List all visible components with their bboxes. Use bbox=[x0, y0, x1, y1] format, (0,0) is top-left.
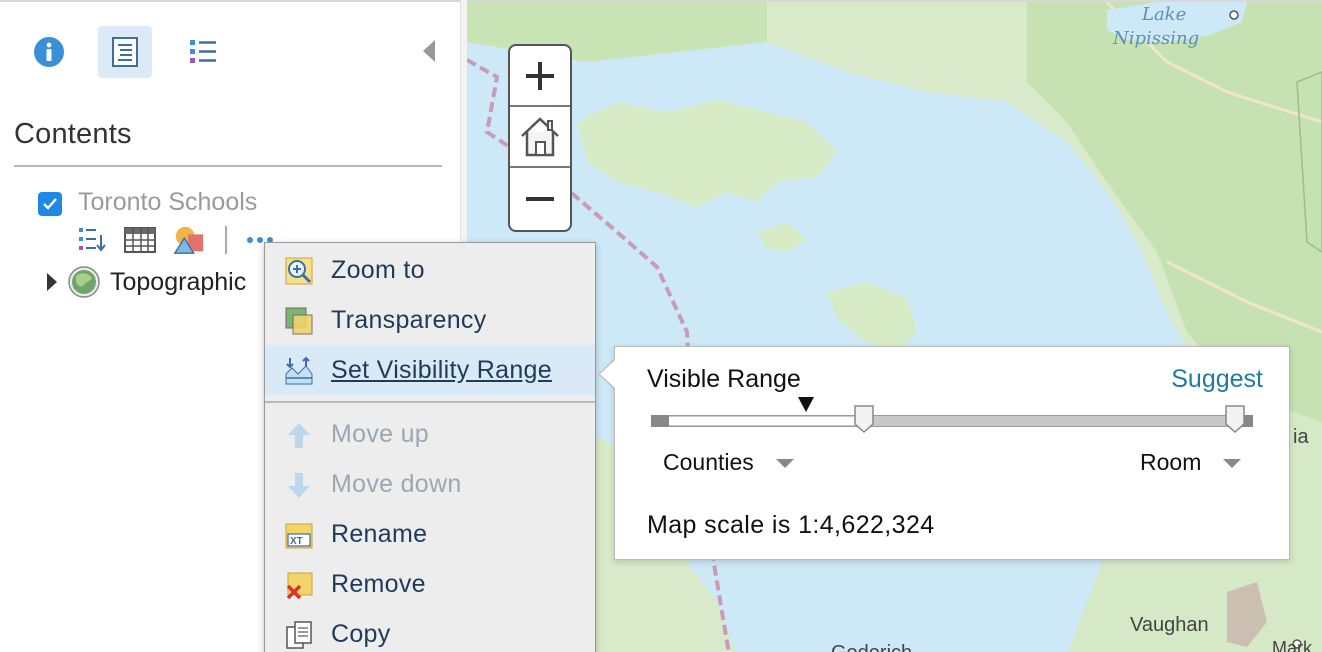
attribute-table-icon bbox=[124, 227, 156, 253]
basemap-name: Topographic bbox=[110, 267, 247, 296]
menu-item-label: Rename bbox=[331, 519, 428, 548]
menu-item-label: Copy bbox=[331, 619, 391, 648]
home-button[interactable] bbox=[510, 107, 570, 168]
svg-text:XT: XT bbox=[290, 536, 303, 547]
menu-item-label: Move up bbox=[331, 419, 429, 448]
min-scale-value: Counties bbox=[663, 449, 754, 475]
change-style-icon bbox=[173, 226, 204, 254]
max-scale-value: Room bbox=[1140, 449, 1202, 475]
map-label-vaughan: Vaughan bbox=[1130, 614, 1209, 636]
collapse-left-icon bbox=[423, 40, 435, 62]
map-label-lake: Lake bbox=[1142, 4, 1187, 25]
layer-name[interactable]: Toronto Schools bbox=[78, 188, 257, 217]
zoom-in-button[interactable] bbox=[510, 46, 570, 107]
collapse-panel-button[interactable] bbox=[420, 38, 438, 64]
map-label-markham: Mark bbox=[1272, 638, 1312, 652]
chevron-down-icon bbox=[1223, 459, 1242, 468]
attribute-table-button[interactable] bbox=[124, 224, 156, 256]
change-style-button[interactable] bbox=[173, 224, 205, 256]
menu-item-move-up[interactable]: Move up bbox=[265, 409, 595, 459]
map-label-nipissing: Nipissing bbox=[1113, 28, 1200, 49]
menu-item-remove[interactable]: Remove bbox=[265, 559, 595, 609]
menu-item-label: Transparency bbox=[331, 305, 487, 334]
checkmark-icon bbox=[43, 198, 57, 210]
basemap-layer-row[interactable]: Topographic bbox=[46, 264, 246, 300]
popup-pointer-fill bbox=[600, 359, 616, 389]
transparency-icon bbox=[283, 305, 315, 337]
globe-icon bbox=[68, 266, 100, 298]
menu-item-zoom-to[interactable]: Zoom to bbox=[265, 245, 595, 295]
zoom-out-button[interactable] bbox=[510, 168, 570, 229]
remove-icon bbox=[283, 569, 315, 601]
layer-visibility-checkbox[interactable] bbox=[38, 192, 62, 216]
menu-item-rename[interactable]: XT Rename bbox=[265, 509, 595, 559]
menu-item-set-visibility-range[interactable]: Set Visibility Range bbox=[265, 345, 595, 395]
home-icon bbox=[521, 116, 559, 156]
legend-list-icon bbox=[190, 40, 216, 63]
visibility-range-icon bbox=[283, 355, 315, 387]
map-label-goderich: Goderich bbox=[831, 642, 912, 652]
plus-icon bbox=[526, 61, 554, 90]
zoom-control bbox=[508, 44, 572, 232]
show-legend-button[interactable] bbox=[76, 224, 108, 256]
minus-icon bbox=[526, 196, 554, 201]
chevron-down-icon bbox=[775, 459, 794, 468]
arrow-down-icon bbox=[283, 469, 315, 501]
rename-icon: XT bbox=[283, 519, 315, 551]
tab-details[interactable] bbox=[22, 26, 76, 78]
arrow-up-icon bbox=[283, 419, 315, 451]
layer-options-menu: Zoom to Transparency Set Visibility Rang… bbox=[264, 242, 596, 652]
map-label-edge: ia bbox=[1293, 426, 1309, 448]
show-legend-icon bbox=[79, 228, 106, 252]
tab-contents[interactable] bbox=[98, 26, 152, 78]
range-slider-left-cap bbox=[651, 415, 669, 427]
expand-caret-icon[interactable] bbox=[46, 272, 62, 292]
max-scale-handle[interactable] bbox=[1225, 405, 1245, 433]
menu-item-transparency[interactable]: Transparency bbox=[265, 295, 595, 345]
info-icon bbox=[34, 37, 64, 67]
menu-item-move-down[interactable]: Move down bbox=[265, 459, 595, 509]
range-slider-outside-segment bbox=[667, 417, 865, 425]
max-scale-dropdown[interactable]: Room bbox=[1140, 449, 1242, 476]
visibility-range-popup: Visible Range Suggest Counties Room Map … bbox=[614, 346, 1290, 560]
menu-item-label: Zoom to bbox=[331, 255, 425, 284]
tab-legend[interactable] bbox=[176, 26, 230, 78]
title-divider bbox=[14, 165, 442, 167]
menu-item-label: Move down bbox=[331, 469, 462, 498]
popup-title: Visible Range bbox=[647, 365, 801, 393]
current-scale-marker-icon bbox=[798, 397, 814, 412]
menu-item-copy[interactable]: Copy bbox=[265, 609, 595, 652]
menu-item-label: Remove bbox=[331, 569, 426, 598]
copy-icon bbox=[283, 619, 315, 651]
min-scale-handle[interactable] bbox=[854, 405, 874, 433]
panel-title: Contents bbox=[14, 118, 132, 150]
app-root: Lake Nipissing Vaughan Goderich Mark ia bbox=[0, 0, 1322, 652]
menu-separator bbox=[265, 401, 595, 403]
tool-separator bbox=[225, 226, 227, 254]
min-scale-dropdown[interactable]: Counties bbox=[663, 449, 794, 476]
zoom-to-icon bbox=[283, 255, 315, 287]
menu-item-label: Set Visibility Range bbox=[331, 355, 552, 384]
suggest-link[interactable]: Suggest bbox=[1171, 365, 1263, 394]
contents-icon bbox=[112, 37, 138, 67]
current-map-scale: Map scale is 1:4,622,324 bbox=[647, 511, 935, 539]
